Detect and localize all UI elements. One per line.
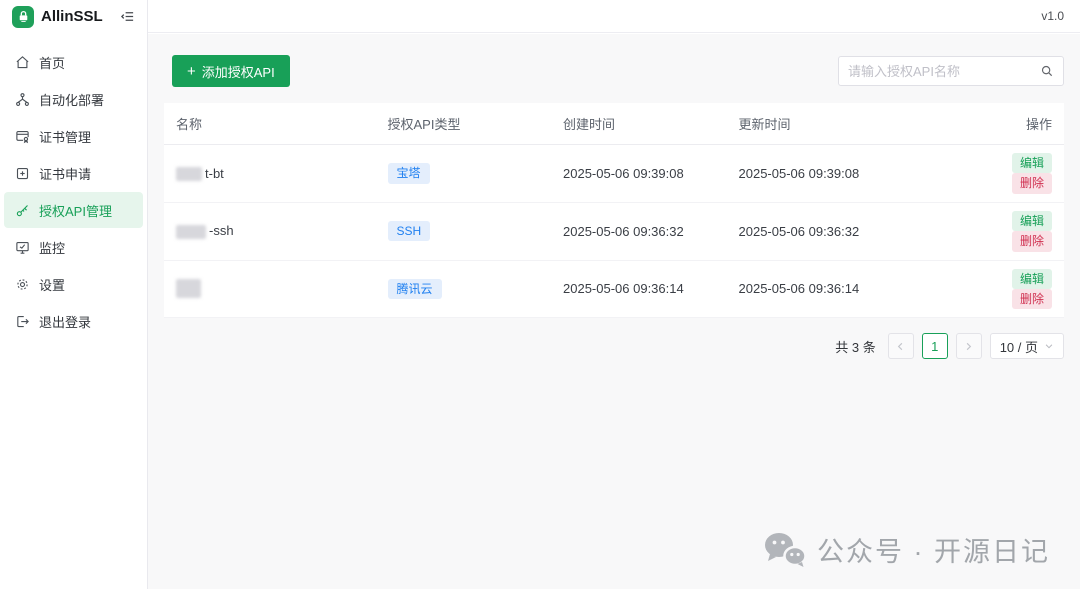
add-api-button-label: 添加授权API	[202, 62, 275, 81]
cell-created: 2025-05-06 09:36:32	[551, 202, 727, 260]
topbar: v1.0	[148, 0, 1080, 33]
sidebar-item-label: 自动化部署	[39, 90, 104, 109]
page-size-value: 10 / 页	[1000, 337, 1038, 356]
sidebar-item-auto-deploy[interactable]: 自动化部署	[4, 81, 143, 117]
table-row: 腾讯云 2025-05-06 09:36:14 2025-05-06 09:36…	[164, 260, 1064, 318]
search-input[interactable]	[848, 64, 1040, 79]
sidebar-item-label: 证书申请	[39, 164, 91, 183]
key-icon	[14, 202, 30, 218]
search-box	[838, 56, 1064, 86]
monitor-icon	[14, 239, 30, 255]
redacted-name-block	[176, 167, 202, 181]
sidebar-item-label: 证书管理	[39, 127, 91, 146]
sidebar-item-label: 授权API管理	[39, 201, 112, 220]
delete-button[interactable]: 删除	[1012, 231, 1052, 251]
main-content: + 添加授权API 名称 授权API类型 创建时间 更新时间 操作	[148, 34, 1080, 589]
column-header-type: 授权API类型	[376, 103, 552, 145]
sidebar: AllinSSL 首页	[0, 0, 148, 589]
wechat-icon	[763, 531, 807, 569]
cell-name	[164, 260, 376, 318]
sidebar-item-logout[interactable]: 退出登录	[4, 303, 143, 339]
name-text: t-bt	[205, 166, 224, 181]
edit-button[interactable]: 编辑	[1012, 153, 1052, 173]
gear-icon	[14, 276, 30, 292]
add-api-button[interactable]: + 添加授权API	[172, 55, 290, 87]
edit-button[interactable]: 编辑	[1012, 211, 1052, 231]
cert-apply-icon	[14, 165, 30, 181]
sidebar-item-monitor[interactable]: 监控	[4, 229, 143, 265]
api-table: 名称 授权API类型 创建时间 更新时间 操作 t-bt 宝塔 2025-05-…	[164, 103, 1064, 318]
redacted-name-block	[176, 279, 201, 298]
column-header-actions: 操作	[943, 103, 1065, 145]
sidebar-item-settings[interactable]: 设置	[4, 266, 143, 302]
table-row: -ssh SSH 2025-05-06 09:36:32 2025-05-06 …	[164, 202, 1064, 260]
plus-icon: +	[187, 64, 196, 79]
app-version: v1.0	[1041, 9, 1064, 23]
table-row: t-bt 宝塔 2025-05-06 09:39:08 2025-05-06 0…	[164, 145, 1064, 203]
prev-page-button[interactable]	[888, 333, 914, 359]
page-number-button[interactable]: 1	[922, 333, 948, 359]
sidebar-item-label: 退出登录	[39, 312, 91, 331]
cert-manage-icon	[14, 128, 30, 144]
sidebar-item-label: 设置	[39, 275, 65, 294]
column-header-name: 名称	[164, 103, 376, 145]
delete-button[interactable]: 删除	[1012, 289, 1052, 309]
api-type-badge: 宝塔	[388, 163, 430, 183]
sidebar-item-cert-manage[interactable]: 证书管理	[4, 118, 143, 154]
sidebar-collapse-icon[interactable]	[120, 9, 135, 24]
delete-button[interactable]: 删除	[1012, 173, 1052, 193]
api-type-badge: SSH	[388, 221, 431, 241]
cell-created: 2025-05-06 09:39:08	[551, 145, 727, 203]
sidebar-item-label: 首页	[39, 53, 65, 72]
logout-icon	[14, 313, 30, 329]
redacted-name-block	[176, 225, 206, 239]
page-size-select[interactable]: 10 / 页	[990, 333, 1064, 359]
name-text: -ssh	[209, 223, 234, 238]
search-icon[interactable]	[1040, 64, 1054, 78]
deploy-icon	[14, 91, 30, 107]
edit-button[interactable]: 编辑	[1012, 269, 1052, 289]
sidebar-item-cert-apply[interactable]: 证书申请	[4, 155, 143, 191]
sidebar-item-label: 监控	[39, 238, 65, 257]
toolbar: + 添加授权API	[164, 55, 1064, 87]
cell-updated: 2025-05-06 09:36:14	[727, 260, 943, 318]
app-title: AllinSSL	[41, 8, 120, 25]
chevron-down-icon	[1044, 341, 1054, 351]
pagination-total: 共 3 条	[835, 337, 875, 356]
sidebar-menu: 首页 自动化部署 证书管理	[0, 33, 147, 339]
api-type-badge: 腾讯云	[388, 279, 442, 299]
cell-updated: 2025-05-06 09:39:08	[727, 145, 943, 203]
logo-row: AllinSSL	[0, 0, 147, 33]
cell-created: 2025-05-06 09:36:14	[551, 260, 727, 318]
table-header-row: 名称 授权API类型 创建时间 更新时间 操作	[164, 103, 1064, 145]
column-header-updated: 更新时间	[727, 103, 943, 145]
app-logo-lock-icon	[12, 6, 34, 28]
cell-name: t-bt	[164, 145, 376, 203]
sidebar-item-api-manage[interactable]: 授权API管理	[4, 192, 143, 228]
cell-name: -ssh	[164, 202, 376, 260]
watermark: 公众号 · 开源日记	[763, 530, 1050, 569]
column-header-created: 创建时间	[551, 103, 727, 145]
pagination: 共 3 条 1 10 / 页	[164, 333, 1064, 359]
sidebar-item-home[interactable]: 首页	[4, 44, 143, 80]
next-page-button[interactable]	[956, 333, 982, 359]
home-icon	[14, 54, 30, 70]
cell-updated: 2025-05-06 09:36:32	[727, 202, 943, 260]
watermark-text: 公众号 · 开源日记	[817, 530, 1050, 569]
